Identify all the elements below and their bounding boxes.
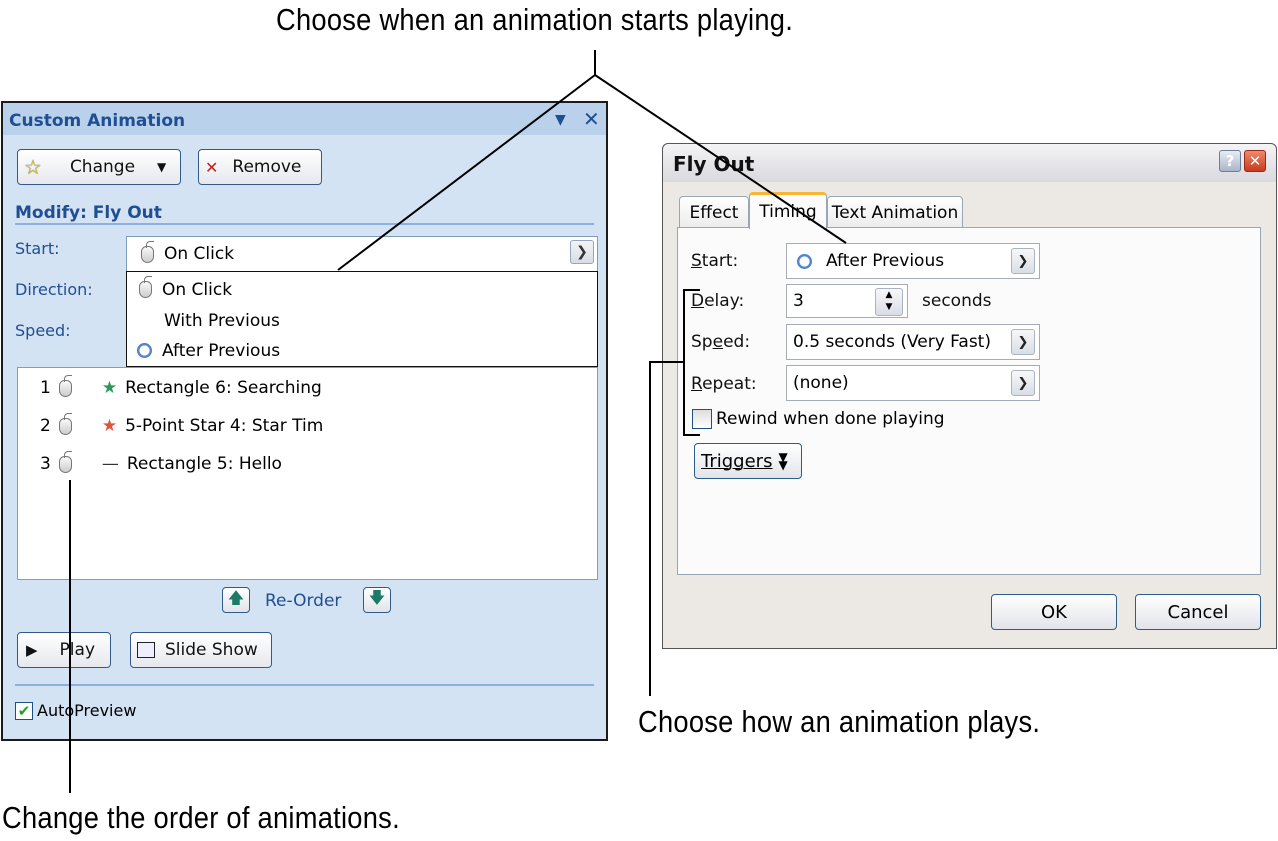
list-item[interactable]: 3 — Rectangle 5: Hello bbox=[18, 448, 282, 480]
chevron-down-icon[interactable]: ❯ bbox=[1011, 248, 1035, 274]
autopreview-checkbox[interactable]: ✔ AutoPreview bbox=[15, 701, 136, 720]
green-stars-icon: ★ bbox=[101, 378, 118, 398]
divider bbox=[15, 684, 594, 686]
move-down-button[interactable]: 🡇 bbox=[363, 587, 391, 613]
custom-animation-pane: Custom Animation ▼ ✕ ☆ Change ▼ ✕ Remove… bbox=[1, 101, 608, 741]
delay-unit: seconds bbox=[922, 291, 992, 311]
option-on-click[interactable]: On Click bbox=[127, 274, 597, 305]
mouse-icon bbox=[58, 450, 72, 473]
help-button[interactable]: ? bbox=[1219, 150, 1241, 172]
pane-menu-icon[interactable]: ▼ bbox=[555, 112, 566, 128]
dropdown-arrow-button[interactable]: ❯ bbox=[570, 240, 594, 264]
direction-label: Direction: bbox=[15, 280, 93, 299]
start-select[interactable]: After Previous ❯ bbox=[786, 243, 1040, 279]
tab-text-animation[interactable]: Text Animation bbox=[827, 196, 963, 228]
close-icon: ✕ bbox=[1248, 152, 1262, 170]
divider bbox=[15, 223, 594, 225]
delay-label: Delay: bbox=[691, 291, 745, 311]
slide-show-button[interactable]: Slide Show bbox=[130, 632, 272, 668]
callout-start-playing: Choose when an animation starts playing. bbox=[276, 2, 794, 37]
clock-icon bbox=[137, 343, 152, 358]
start-label: Start: bbox=[15, 239, 60, 258]
delay-spinner[interactable]: 3 ▲ ▼ bbox=[786, 284, 908, 318]
close-button[interactable]: ✕ bbox=[1244, 150, 1266, 172]
ok-button[interactable]: OK bbox=[991, 594, 1117, 630]
reorder-label: Re-Order bbox=[265, 591, 342, 611]
start-select[interactable]: On Click ❯ bbox=[126, 236, 598, 272]
triggers-button[interactable]: Triggers ▼ ▼ bbox=[694, 443, 802, 479]
option-with-previous[interactable]: With Previous bbox=[127, 305, 597, 336]
fly-out-dialog: Fly Out ? ✕ Effect Timing Text Animation… bbox=[662, 143, 1277, 649]
pane-title: Custom Animation bbox=[3, 103, 606, 135]
projector-screen-icon bbox=[137, 642, 155, 658]
option-after-previous[interactable]: After Previous bbox=[127, 335, 597, 366]
close-icon[interactable]: ✕ bbox=[583, 107, 600, 131]
chevron-down-icon[interactable]: ❯ bbox=[1011, 329, 1035, 355]
play-button[interactable]: ▶ Play bbox=[17, 632, 111, 668]
change-button[interactable]: ☆ Change ▼ bbox=[17, 149, 181, 185]
mouse-icon bbox=[141, 240, 154, 263]
list-item[interactable]: 1 ★ Rectangle 6: Searching bbox=[18, 372, 322, 404]
chevron-down-icon[interactable]: ❯ bbox=[1011, 370, 1035, 396]
checkbox-box bbox=[692, 409, 712, 429]
remove-button[interactable]: ✕ Remove bbox=[198, 149, 322, 185]
play-icon: ▶ bbox=[26, 641, 38, 659]
move-up-button[interactable]: 🡅 bbox=[222, 587, 250, 613]
star-icon: ☆ bbox=[24, 155, 42, 179]
clock-icon bbox=[797, 253, 812, 269]
remove-icon: ✕ bbox=[205, 157, 219, 177]
speed-select[interactable]: 0.5 seconds (Very Fast) ❯ bbox=[786, 324, 1040, 360]
timing-panel: Start: After Previous ❯ Delay: 3 ▲ ▼ seco… bbox=[677, 227, 1261, 575]
speed-label: Speed: bbox=[691, 332, 751, 352]
arrow-down-icon: 🡇 bbox=[368, 587, 386, 607]
repeat-select[interactable]: (none) ❯ bbox=[786, 365, 1040, 401]
tab-timing[interactable]: Timing bbox=[749, 192, 827, 229]
mouse-icon bbox=[139, 276, 152, 298]
start-dropdown-list: On Click With Previous After Previous bbox=[126, 271, 598, 367]
line-path-icon: — bbox=[101, 454, 119, 474]
red-stars-icon: ★ bbox=[101, 416, 118, 436]
rewind-checkbox[interactable]: Rewind when done playing bbox=[692, 409, 945, 429]
chevron-down-icon: ▼ bbox=[157, 160, 167, 174]
modify-heading: Modify: Fly Out bbox=[15, 203, 162, 223]
tab-effect[interactable]: Effect bbox=[679, 196, 749, 228]
start-label: Start: bbox=[691, 251, 739, 271]
arrow-up-icon: 🡅 bbox=[227, 587, 245, 607]
animation-list[interactable]: 1 ★ Rectangle 6: Searching 2 ★ 5-Point S… bbox=[17, 367, 598, 580]
list-item[interactable]: 2 ★ 5-Point Star 4: Star Tim bbox=[18, 410, 323, 442]
mouse-icon bbox=[58, 374, 72, 397]
double-chevron-down-icon: ▼ ▼ bbox=[778, 450, 788, 472]
repeat-label: Repeat: bbox=[691, 374, 757, 394]
dialog-title: Fly Out bbox=[663, 144, 1276, 182]
spin-buttons[interactable]: ▲ ▼ bbox=[875, 288, 903, 316]
callout-how-plays: Choose how an animation plays. bbox=[638, 704, 1041, 739]
mouse-icon bbox=[58, 412, 72, 435]
help-icon: ? bbox=[1225, 152, 1235, 170]
checkmark-icon: ✔ bbox=[15, 701, 33, 720]
speed-label: Speed: bbox=[15, 321, 71, 340]
cancel-button[interactable]: Cancel bbox=[1135, 594, 1261, 630]
callout-change-order: Change the order of animations. bbox=[2, 800, 400, 835]
